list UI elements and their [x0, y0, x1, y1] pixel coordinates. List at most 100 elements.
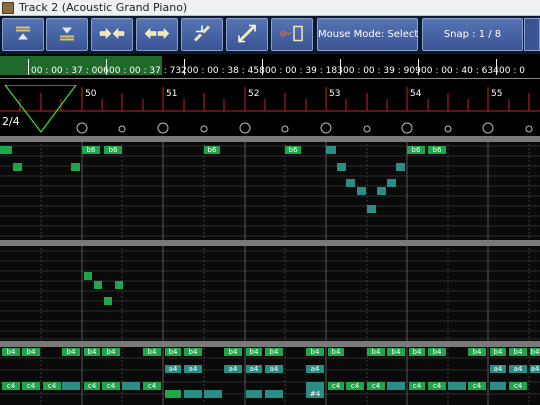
snap-button[interactable]: Snap : 1 / 8 — [422, 18, 523, 51]
zoom-out-horizontal-button[interactable] — [136, 18, 178, 51]
note[interactable] — [448, 382, 466, 390]
bar-number: 50 — [85, 89, 97, 99]
note[interactable]: b4 — [102, 348, 120, 356]
note[interactable] — [13, 163, 22, 171]
note[interactable]: c4 — [509, 382, 527, 390]
note[interactable]: c4 — [346, 382, 364, 390]
note[interactable]: b6 — [204, 146, 220, 154]
note[interactable] — [306, 382, 324, 390]
note[interactable] — [246, 390, 262, 398]
collapse-bottom-button[interactable] — [46, 18, 88, 51]
note[interactable]: b4 — [428, 348, 446, 356]
note[interactable]: a4 — [265, 365, 283, 373]
octave-separator — [0, 341, 540, 347]
note[interactable]: c4 — [22, 382, 40, 390]
note[interactable]: b4 — [306, 348, 324, 356]
note[interactable]: a4 — [509, 365, 527, 373]
note[interactable]: b6 — [407, 146, 425, 154]
time-ruler[interactable]: 00 : 00 : 37 : 006 00 : 00 : 37 : 732 00… — [0, 56, 540, 85]
zoom-in-vertical-button[interactable] — [181, 18, 223, 51]
note[interactable] — [387, 382, 405, 390]
note[interactable] — [94, 281, 102, 289]
note[interactable]: b6 — [82, 146, 100, 154]
note[interactable] — [122, 382, 140, 390]
note[interactable]: b4 — [387, 348, 405, 356]
note[interactable]: c4 — [367, 382, 385, 390]
mouse-mode-label: Mouse Mode: Select — [318, 29, 419, 40]
note[interactable]: b6 — [428, 146, 446, 154]
note[interactable] — [346, 179, 355, 187]
note[interactable] — [62, 382, 80, 390]
timecode-label: 00 : 00 : 40 : 634 — [421, 66, 499, 76]
piano-roll-grid[interactable]: b6 b6 b6 b6 b6 b6 b4 b4 b4 b4 b4 b4 b4 b… — [0, 136, 540, 405]
note[interactable]: c4 — [143, 382, 161, 390]
mouse-mode-button[interactable]: Mouse Mode: Select — [317, 18, 418, 51]
note[interactable]: c4 — [102, 382, 120, 390]
zoom-in-horizontal-button[interactable] — [91, 18, 133, 51]
note[interactable]: b4 — [62, 348, 80, 356]
note[interactable]: b6 — [285, 146, 301, 154]
note[interactable]: c4 — [468, 382, 486, 390]
note[interactable]: c4 — [428, 382, 446, 390]
note[interactable]: c4 — [409, 382, 425, 390]
arrows-outward-icon — [144, 26, 170, 43]
note[interactable]: b4 — [22, 348, 40, 356]
ruler-divider — [0, 78, 540, 79]
note[interactable] — [490, 382, 506, 390]
note[interactable]: a4 — [184, 365, 202, 373]
note[interactable] — [71, 163, 80, 171]
note[interactable] — [165, 390, 181, 398]
note[interactable] — [357, 187, 366, 195]
note[interactable]: c4 — [2, 382, 20, 390]
note[interactable] — [387, 179, 396, 187]
note[interactable]: b4 — [509, 348, 527, 356]
timecode-label: 00 : 00 : 39 : 183 — [265, 66, 343, 76]
note[interactable]: b4 — [2, 348, 20, 356]
toolbar-overflow-button[interactable] — [524, 18, 540, 51]
note[interactable]: a4 — [246, 365, 262, 373]
note[interactable]: a4 — [490, 365, 506, 373]
note[interactable]: #4 — [306, 390, 324, 398]
note[interactable]: b4 — [265, 348, 283, 356]
note[interactable]: b4 — [409, 348, 425, 356]
note[interactable]: a4 — [530, 365, 540, 373]
note[interactable]: a4 — [224, 365, 242, 373]
zoom-out-vertical-button[interactable] — [226, 18, 268, 51]
note[interactable]: b4 — [490, 348, 506, 356]
note[interactable] — [265, 390, 283, 398]
note[interactable] — [115, 281, 123, 289]
note[interactable] — [204, 390, 222, 398]
note[interactable]: c4 — [43, 382, 61, 390]
note[interactable]: b4 — [143, 348, 161, 356]
loop-button[interactable] — [271, 18, 313, 51]
note[interactable]: b4 — [246, 348, 262, 356]
collapse-top-button[interactable] — [2, 18, 44, 51]
bar-ruler[interactable]: 50 51 52 53 54 55 2/4 — [0, 85, 540, 135]
note[interactable]: b4 — [328, 348, 344, 356]
timecode-label: 00 : 00 : 37 : 732 — [109, 66, 187, 76]
note[interactable]: a4 — [165, 365, 181, 373]
note[interactable] — [326, 146, 336, 154]
note[interactable] — [0, 146, 12, 154]
note[interactable]: b4 — [184, 348, 202, 356]
note[interactable]: b4 — [84, 348, 100, 356]
note[interactable] — [84, 272, 92, 280]
note[interactable] — [377, 187, 386, 195]
note[interactable] — [184, 390, 202, 398]
note[interactable]: b4 — [367, 348, 385, 356]
note[interactable]: b4 — [530, 348, 540, 356]
note[interactable]: c4 — [328, 382, 344, 390]
note[interactable] — [367, 205, 376, 213]
note[interactable]: b4 — [224, 348, 242, 356]
note[interactable] — [104, 297, 112, 305]
note[interactable]: b4 — [468, 348, 486, 356]
note[interactable]: c4 — [84, 382, 100, 390]
note[interactable]: a4 — [306, 365, 324, 373]
timecode-label: 00 : 00 : 38 : 458 — [187, 66, 265, 76]
note[interactable]: b4 — [165, 348, 181, 356]
note[interactable] — [337, 163, 346, 171]
toolbar: Mouse Mode: Select Snap : 1 / 8 — [0, 16, 540, 54]
note[interactable] — [396, 163, 405, 171]
note[interactable]: b6 — [104, 146, 122, 154]
bar-number: 55 — [491, 89, 503, 99]
